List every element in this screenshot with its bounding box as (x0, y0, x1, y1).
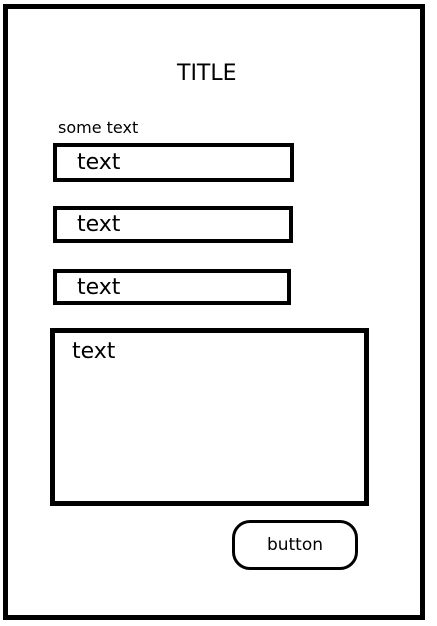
page-title: TITLE (177, 61, 237, 86)
text-field-3[interactable] (53, 269, 291, 305)
text-area[interactable] (50, 328, 369, 506)
submit-button[interactable]: button (232, 520, 358, 570)
form-label: some text (58, 118, 139, 137)
form-window (3, 4, 425, 620)
text-field-1[interactable] (53, 143, 294, 182)
text-field-2[interactable] (53, 206, 293, 243)
